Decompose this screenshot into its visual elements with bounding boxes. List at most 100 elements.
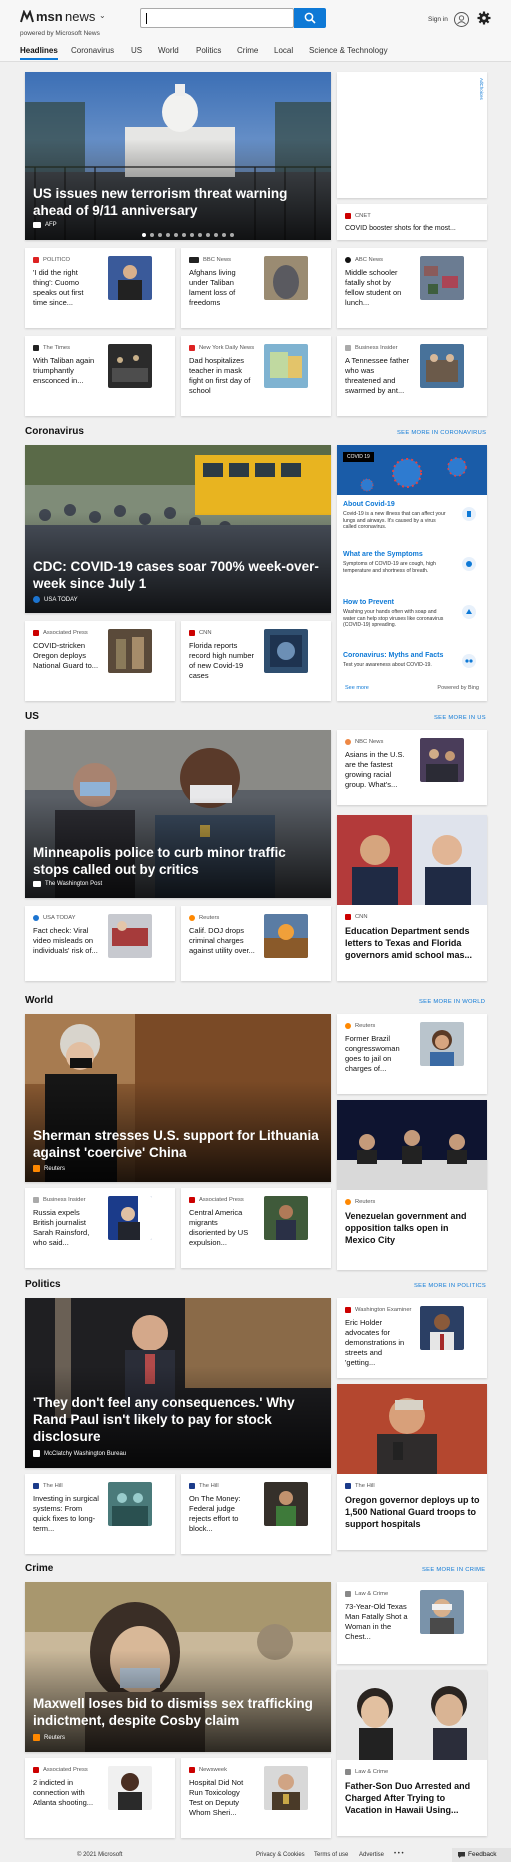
section-heading-crime[interactable]: Crime xyxy=(25,1563,53,1574)
covid-info-prevent[interactable]: How to Prevent Washing your hands often … xyxy=(343,595,480,639)
story-card[interactable]: BBC News Afghans living under Taliban la… xyxy=(181,248,331,328)
nav-headlines[interactable]: Headlines xyxy=(20,46,58,60)
politics-hero-title[interactable]: 'They don't feel any consequences.' Why … xyxy=(33,1394,319,1445)
story-card[interactable]: New York Daily News Dad hospitalizes tea… xyxy=(181,336,331,416)
story-title[interactable]: Central America migrants disoriented by … xyxy=(189,1208,255,1248)
story-title[interactable]: Russia expels British journalist Sarah R… xyxy=(33,1208,99,1248)
world-hero-title[interactable]: Sherman stresses U.S. support for Lithua… xyxy=(33,1127,319,1161)
us-hero-title[interactable]: Minneapolis police to curb minor traffic… xyxy=(33,844,319,878)
nav-coronavirus[interactable]: Coronavirus xyxy=(71,46,114,55)
us-hero-card[interactable]: Minneapolis police to curb minor traffic… xyxy=(25,730,331,898)
story-title[interactable]: 73-Year-Old Texas Man Fatally Shot a Wom… xyxy=(345,1602,411,1642)
section-heading-us[interactable]: US xyxy=(25,711,39,722)
covid-info-title[interactable]: Coronavirus: Myths and Facts xyxy=(343,652,480,659)
story-card[interactable]: The Times With Taliban again triumphantl… xyxy=(25,336,175,416)
story-title[interactable]: Investing in surgical systems: From quic… xyxy=(33,1494,99,1534)
footer-link-terms[interactable]: Terms of use xyxy=(314,1852,348,1858)
story-title[interactable]: Father-Son Duo Arrested and Charged Afte… xyxy=(345,1780,480,1816)
carousel-dots[interactable] xyxy=(142,233,234,237)
see-more-world-link[interactable]: SEE MORE IN WORLD xyxy=(419,999,485,1005)
coronavirus-hero-card[interactable]: CDC: COVID-19 cases soar 700% week-over-… xyxy=(25,445,331,613)
story-card[interactable]: USA TODAY Fact check: Viral video mislea… xyxy=(25,906,175,981)
covid-info-card[interactable]: COVID 19 About Covid-19 Covid-19 is a ne… xyxy=(337,445,487,701)
side-story-card[interactable]: CNET COVID booster shots for the most... xyxy=(337,204,487,240)
nav-us[interactable]: US xyxy=(131,46,142,55)
covid-info-symptoms[interactable]: What are the Symptoms Symptoms of COVID-… xyxy=(343,547,480,589)
covid-info-title[interactable]: How to Prevent xyxy=(343,599,480,606)
story-card[interactable]: NBC News Asians in the U.S. are the fast… xyxy=(337,730,487,805)
story-card[interactable]: Law & Crime 73-Year-Old Texas Man Fatall… xyxy=(337,1582,487,1664)
story-card[interactable]: Washington Examiner Eric Holder advocate… xyxy=(337,1298,487,1378)
nav-science-technology[interactable]: Science & Technology xyxy=(309,46,388,55)
story-title[interactable]: A Tennessee father who was threatened an… xyxy=(345,356,411,396)
top-hero-card[interactable]: US issues new terrorism threat warning a… xyxy=(25,72,331,240)
story-title[interactable]: On The Money: Federal judge rejects effo… xyxy=(189,1494,255,1534)
msn-logo[interactable]: msn news ⌄ powered by Microsoft News xyxy=(20,8,110,38)
more-options-icon[interactable]: • • • xyxy=(394,1851,404,1857)
story-card[interactable]: Business Insider A Tennessee father who … xyxy=(337,336,487,416)
coronavirus-hero-title[interactable]: CDC: COVID-19 cases soar 700% week-over-… xyxy=(33,558,319,592)
footer-link-advertise[interactable]: Advertise xyxy=(359,1852,384,1858)
covid-info-title[interactable]: About Covid-19 xyxy=(343,501,480,508)
story-card[interactable]: Associated Press COVID-stricken Oregon d… xyxy=(25,621,175,701)
tall-story-card[interactable]: Law & Crime Father-Son Duo Arrested and … xyxy=(337,1670,487,1836)
story-card[interactable]: CNN Florida reports record high number o… xyxy=(181,621,331,701)
tall-story-card[interactable]: Reuters Venezuelan government and opposi… xyxy=(337,1100,487,1270)
see-more-coronavirus-link[interactable]: SEE MORE IN CORONAVIRUS xyxy=(397,430,486,436)
search-button[interactable] xyxy=(294,8,326,28)
ad-card[interactable]: AdChoices xyxy=(337,72,487,198)
story-title[interactable]: Oregon governor deploys up to 1,500 Nati… xyxy=(345,1494,480,1530)
nav-politics[interactable]: Politics xyxy=(196,46,221,55)
story-title[interactable]: COVID-stricken Oregon deploys National G… xyxy=(33,641,99,671)
footer-link-privacy[interactable]: Privacy & Cookies xyxy=(256,1852,305,1858)
story-card[interactable]: Reuters Former Brazil congresswoman goes… xyxy=(337,1014,487,1094)
story-title[interactable]: COVID booster shots for the most... xyxy=(345,225,456,232)
story-card[interactable]: Newsweek Hospital Did Not Run Toxicology… xyxy=(181,1758,331,1838)
story-title[interactable]: Dad hospitalizes teacher in mask fight o… xyxy=(189,356,255,396)
story-title[interactable]: Hospital Did Not Run Toxicology Test on … xyxy=(189,1778,255,1818)
story-title[interactable]: Middle schooler fatally shot by fellow s… xyxy=(345,268,411,308)
story-title[interactable]: Venezuelan government and opposition tal… xyxy=(345,1210,480,1246)
story-title[interactable]: 'I did the right thing': Cuomo speaks ou… xyxy=(33,268,99,308)
story-title[interactable]: Afghans living under Taliban lament loss… xyxy=(189,268,255,308)
see-more-politics-link[interactable]: SEE MORE IN POLITICS xyxy=(414,1283,486,1289)
search-input[interactable] xyxy=(140,8,294,28)
adchoices-label[interactable]: AdChoices xyxy=(479,78,484,100)
crime-hero-card[interactable]: Maxwell loses bid to dismiss sex traffic… xyxy=(25,1582,331,1752)
world-hero-card[interactable]: Sherman stresses U.S. support for Lithua… xyxy=(25,1014,331,1182)
covid-info-myths[interactable]: Coronavirus: Myths and Facts Test your a… xyxy=(343,648,480,678)
see-more-us-link[interactable]: SEE MORE IN US xyxy=(434,715,486,721)
section-heading-world[interactable]: World xyxy=(25,995,53,1006)
story-card[interactable]: ABC News Middle schooler fatally shot by… xyxy=(337,248,487,328)
tall-story-card[interactable]: CNN Education Department sends letters t… xyxy=(337,815,487,981)
user-avatar-icon[interactable] xyxy=(454,12,469,27)
story-title[interactable]: Eric Holder advocates for demonstrations… xyxy=(345,1318,411,1368)
nav-world[interactable]: World xyxy=(158,46,179,55)
section-heading-politics[interactable]: Politics xyxy=(25,1279,61,1290)
story-title[interactable]: Education Department sends letters to Te… xyxy=(345,925,480,961)
nav-local[interactable]: Local xyxy=(274,46,293,55)
story-card[interactable]: Associated Press Central America migrant… xyxy=(181,1188,331,1268)
story-title[interactable]: With Taliban again triumphantly ensconce… xyxy=(33,356,99,386)
covid-info-title[interactable]: What are the Symptoms xyxy=(343,551,480,558)
section-heading-coronavirus[interactable]: Coronavirus xyxy=(25,426,84,437)
top-hero-title[interactable]: US issues new terrorism threat warning a… xyxy=(33,185,319,219)
story-card[interactable]: The Hill On The Money: Federal judge rej… xyxy=(181,1474,331,1554)
crime-hero-title[interactable]: Maxwell loses bid to dismiss sex traffic… xyxy=(33,1695,319,1729)
story-title[interactable]: Former Brazil congresswoman goes to jail… xyxy=(345,1034,411,1074)
story-card[interactable]: Reuters Calif. DOJ drops criminal charge… xyxy=(181,906,331,981)
feedback-button[interactable]: Feedback xyxy=(452,1848,511,1862)
story-title[interactable]: Calif. DOJ drops criminal charges agains… xyxy=(189,926,255,956)
story-card[interactable]: Business Insider Russia expels British j… xyxy=(25,1188,175,1268)
story-title[interactable]: Asians in the U.S. are the fastest growi… xyxy=(345,750,411,790)
story-card[interactable]: POLITICO 'I did the right thing': Cuomo … xyxy=(25,248,175,328)
story-title[interactable]: Fact check: Viral video misleads on indi… xyxy=(33,926,99,956)
covid-info-about[interactable]: About Covid-19 Covid-19 is a new illness… xyxy=(343,497,480,539)
nav-crime[interactable]: Crime xyxy=(237,46,258,55)
story-title[interactable]: Florida reports record high number of ne… xyxy=(189,641,255,681)
story-card[interactable]: The Hill Investing in surgical systems: … xyxy=(25,1474,175,1554)
story-card[interactable]: Associated Press 2 indicted in connectio… xyxy=(25,1758,175,1838)
tall-story-card[interactable]: The Hill Oregon governor deploys up to 1… xyxy=(337,1384,487,1550)
sign-in-link[interactable]: Sign in xyxy=(428,16,448,23)
covid-see-more-link[interactable]: See more xyxy=(345,685,369,691)
